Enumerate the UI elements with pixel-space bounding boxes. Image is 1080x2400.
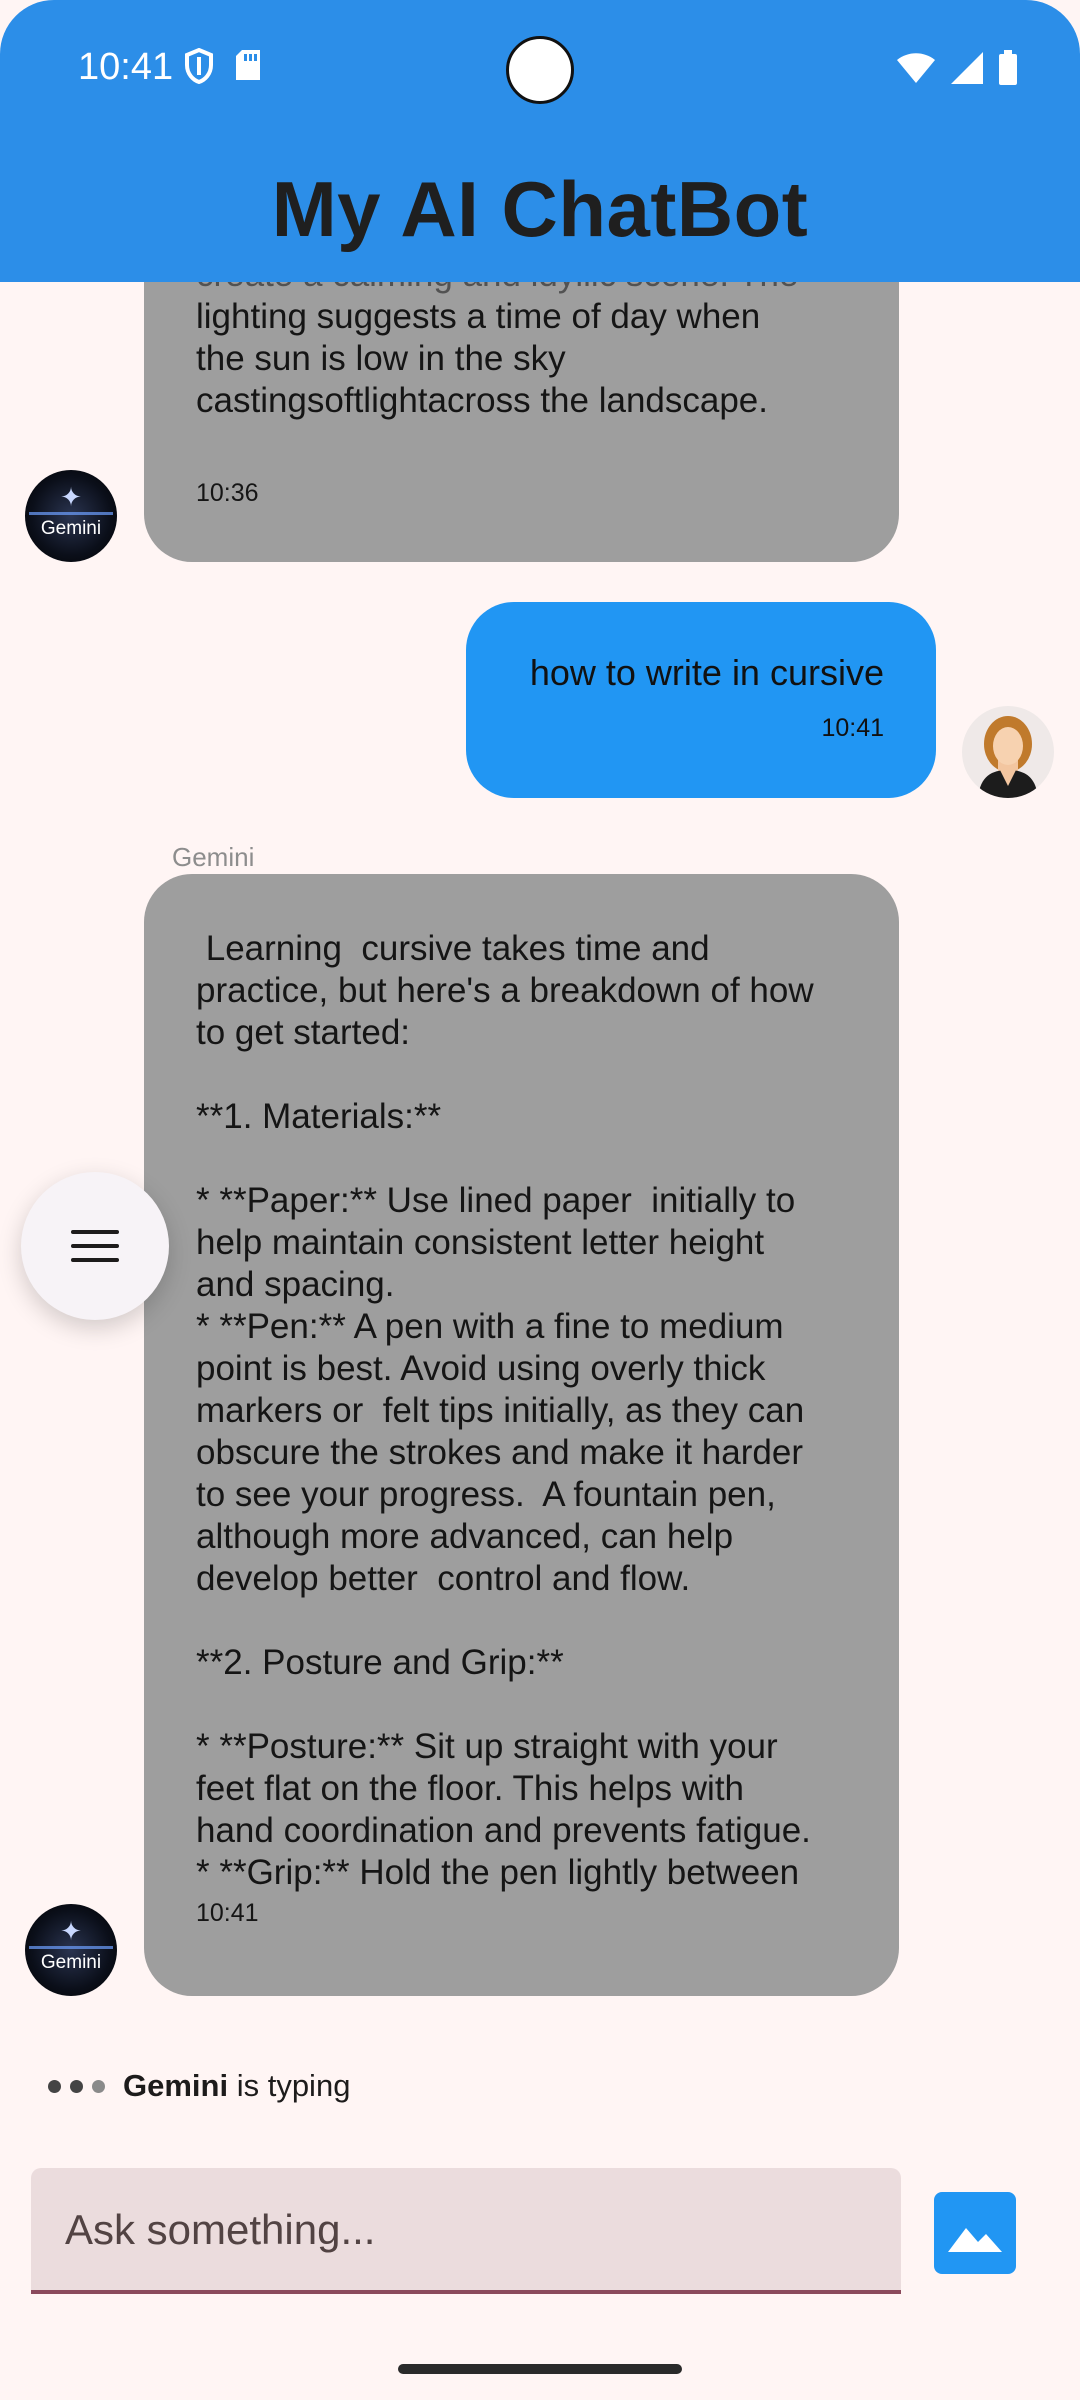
menu-icon <box>71 1230 119 1262</box>
sparkle-icon: ✦ <box>60 482 82 512</box>
battery-icon <box>999 50 1017 85</box>
typing-indicator: Gemini is typing <box>48 2068 350 2104</box>
status-left-icons <box>184 48 262 84</box>
sender-name: Gemini <box>172 842 255 872</box>
user-message-bubble: how to write in cursive 10:41 <box>466 602 936 798</box>
gemini-avatar: ✦ Gemini <box>25 1904 117 1996</box>
camera-cutout <box>506 36 574 104</box>
message-input-container[interactable] <box>31 2168 901 2294</box>
app-bar: 10:41 My AI ChatBot <box>0 0 1080 282</box>
message-time: 10:41 <box>821 714 884 742</box>
message-input[interactable] <box>63 2168 867 2292</box>
image-button[interactable] <box>934 2192 1016 2274</box>
avatar-label: Gemini <box>40 1952 102 1973</box>
typing-name: Gemini <box>123 2068 229 2103</box>
avatar-label: Gemini <box>40 518 102 539</box>
gemini-avatar: ✦ Gemini <box>25 470 117 562</box>
sparkle-icon: ✦ <box>60 1916 82 1946</box>
signal-icon <box>951 52 983 84</box>
sd-card-icon <box>236 50 260 80</box>
message-time: 10:36 <box>196 479 259 507</box>
typing-dots-icon <box>48 2079 105 2093</box>
typing-dot <box>70 2079 83 2093</box>
message-text: how to write in cursive <box>529 652 884 693</box>
bot-message-bubble: create a calming and idyllic scene. The … <box>144 282 899 562</box>
shield-icon <box>185 48 213 84</box>
bot-message-bubble: Learning cursive takes time and practice… <box>144 874 899 1996</box>
wifi-icon <box>897 53 935 83</box>
status-time: 10:41 <box>78 46 174 88</box>
message-text: lighting suggests a time of day when the… <box>196 297 768 420</box>
user-avatar <box>962 706 1054 798</box>
chat-list[interactable]: create a calming and idyllic scene. The … <box>0 282 1080 2102</box>
status-right-icons <box>896 50 1018 86</box>
typing-dot <box>92 2079 105 2093</box>
menu-fab-button[interactable] <box>21 1172 169 1320</box>
message-text-cutoff: create a calming and idyllic scene. The <box>196 282 798 296</box>
message-text: Learning cursive takes time and practice… <box>196 929 814 1892</box>
user-avatar-icon <box>978 716 1038 798</box>
gesture-home-bar[interactable] <box>398 2364 682 2374</box>
image-icon <box>948 2228 1002 2252</box>
page-title: My AI ChatBot <box>271 165 809 253</box>
typing-dot <box>48 2079 61 2093</box>
screen: 10:41 My AI ChatBot lighting suggests a … <box>0 0 1080 2400</box>
typing-label: is typing <box>228 2068 351 2103</box>
message-time: 10:41 <box>196 1899 259 1927</box>
